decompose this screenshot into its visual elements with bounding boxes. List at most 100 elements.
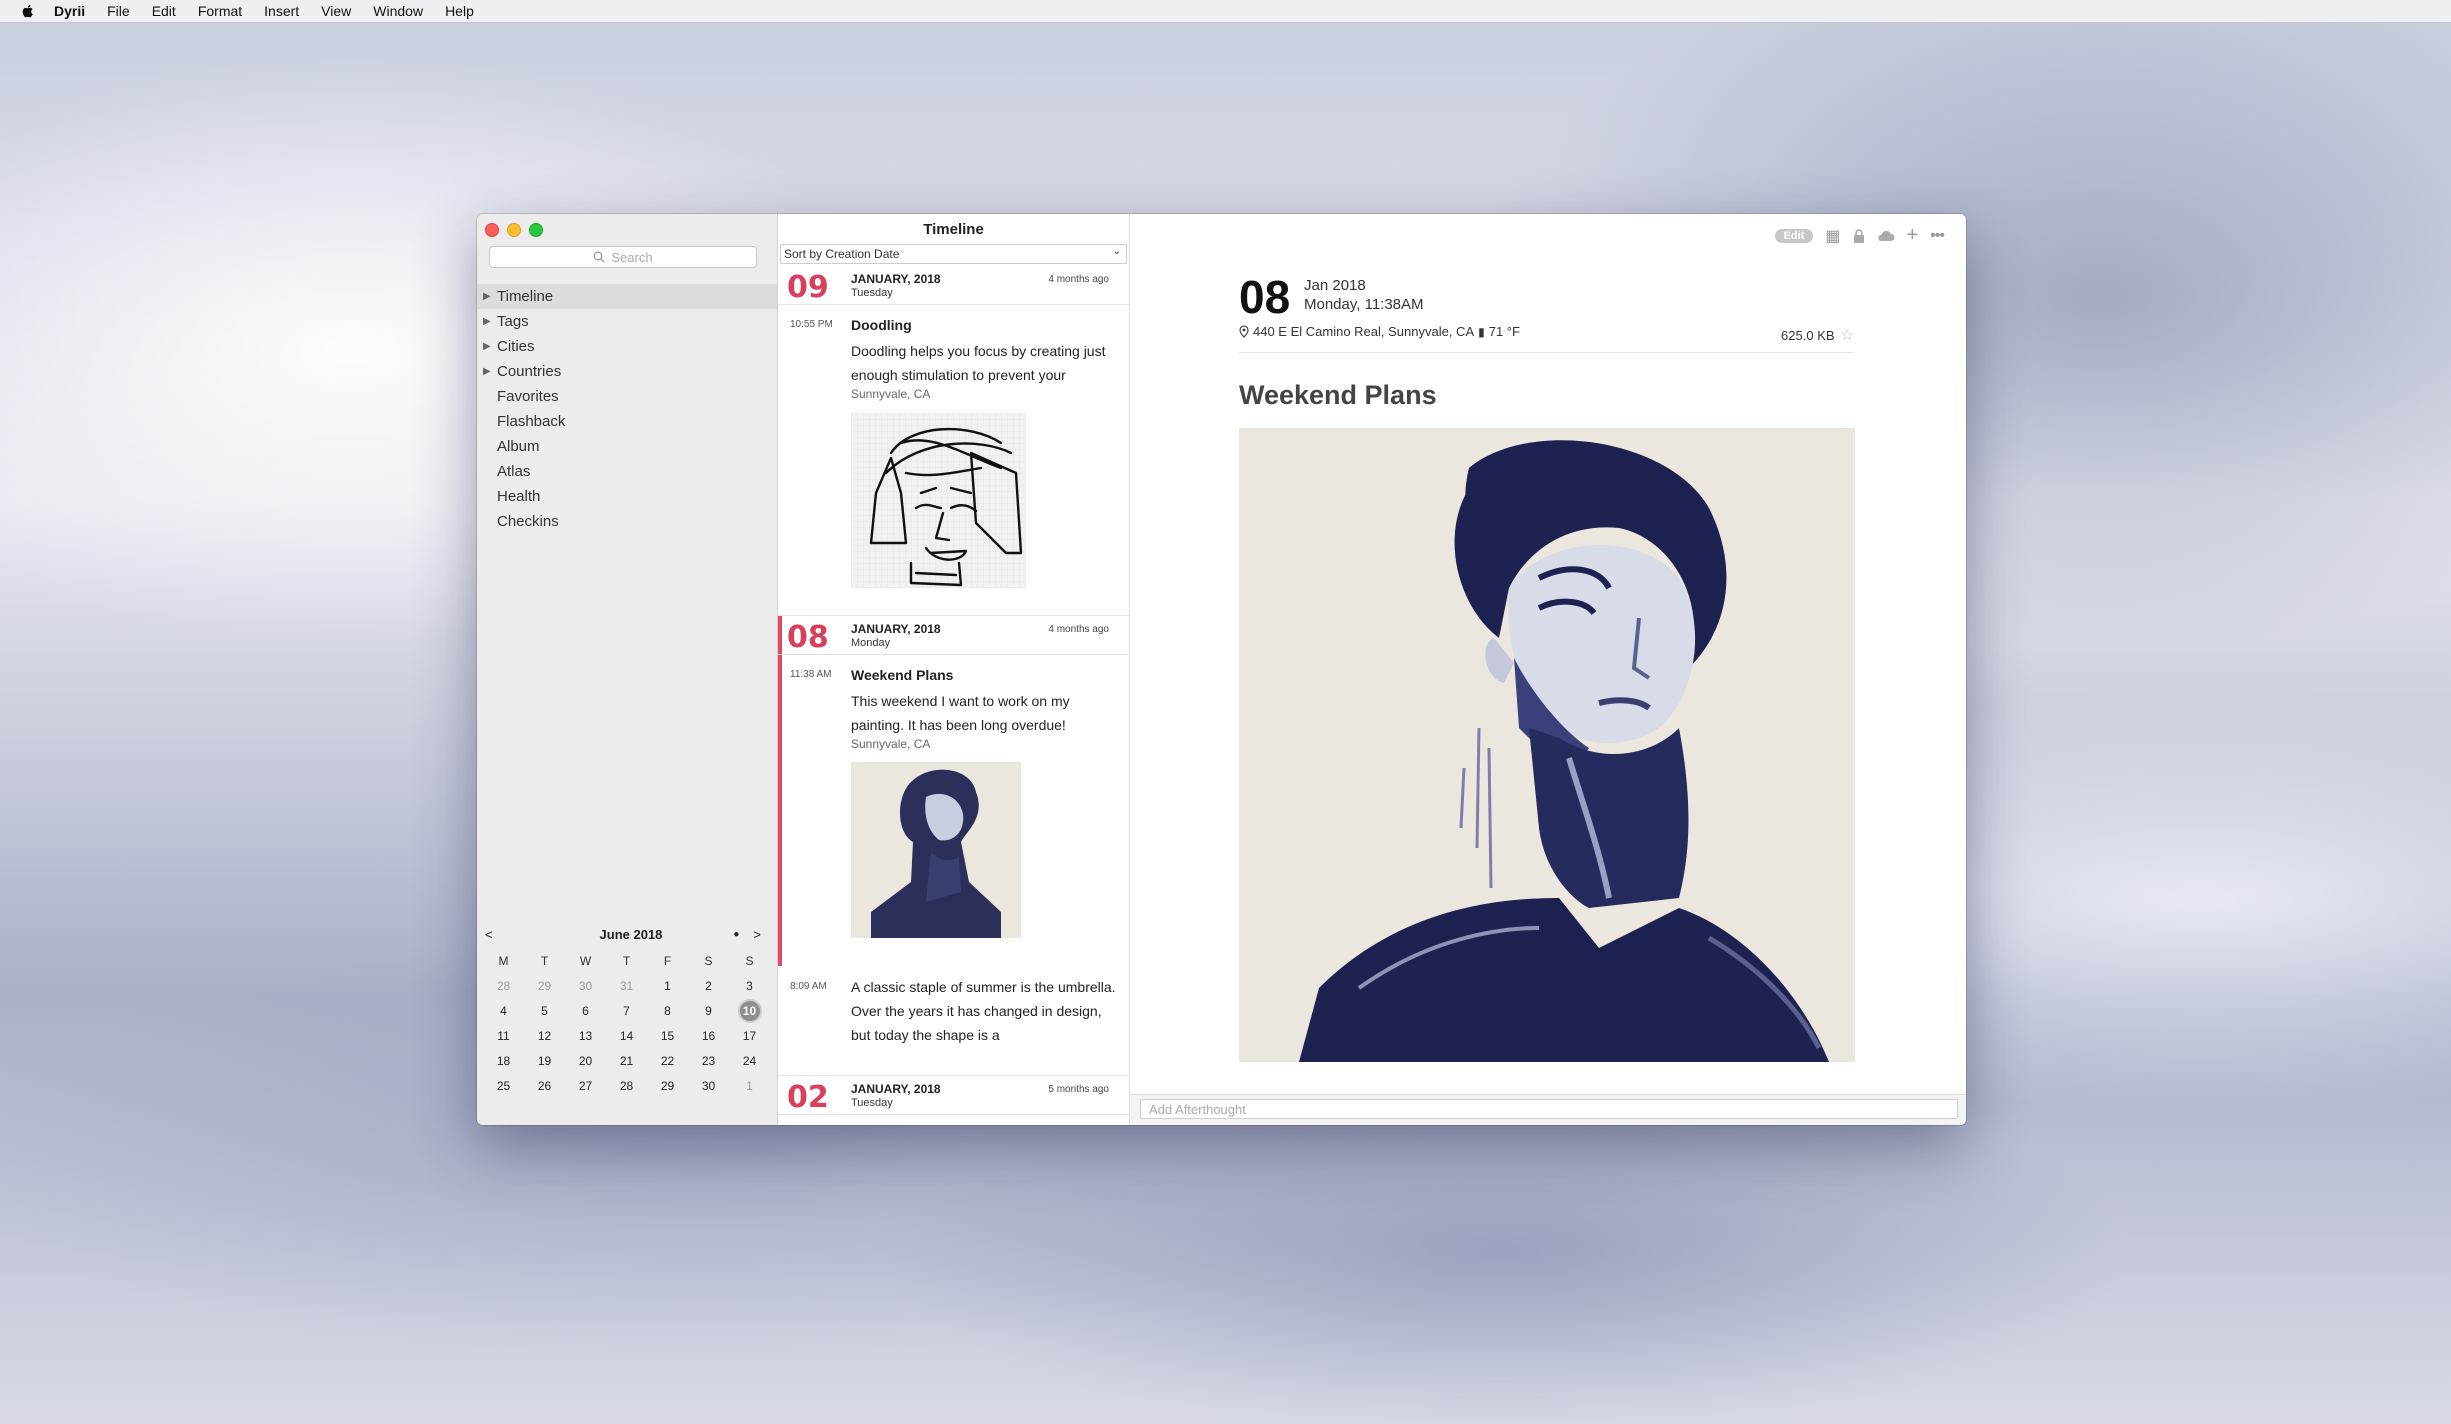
sidebar-item-atlas[interactable]: Atlas xyxy=(477,459,777,484)
timeline-entry[interactable]: 10:55 PM Doodling Doodling helps you foc… xyxy=(778,305,1129,616)
calendar-day[interactable]: 10 xyxy=(729,998,770,1023)
search-field[interactable]: Search xyxy=(489,246,757,268)
sort-dropdown[interactable]: Sort by Creation Date ⌄ xyxy=(780,244,1127,264)
calendar-weekday: M xyxy=(498,953,509,968)
calendar-day-number: 1 xyxy=(746,1078,753,1093)
calendar-day[interactable]: 30 xyxy=(565,973,606,998)
entry-address[interactable]: 440 E El Camino Real, Sunnyvale, CA xyxy=(1253,324,1474,339)
calendar-day[interactable]: 4 xyxy=(483,998,524,1023)
menu-view[interactable]: View xyxy=(321,3,351,19)
calendar-day[interactable]: 18 xyxy=(483,1048,524,1073)
entry-size-area: 625.0 KB ☆ xyxy=(1781,326,1854,344)
calendar-day[interactable]: 25 xyxy=(483,1073,524,1098)
menu-bar: Dyrii File Edit Format Insert View Windo… xyxy=(0,0,2451,23)
calendar-day-number: 3 xyxy=(746,978,753,993)
calendar-next-button[interactable]: > xyxy=(753,927,761,942)
calendar-prev-button[interactable]: < xyxy=(485,927,493,942)
sidebar-item-tags[interactable]: ▶ Tags xyxy=(477,309,777,334)
sidebar-item-album[interactable]: Album xyxy=(477,434,777,459)
sidebar-item-favorites[interactable]: Favorites xyxy=(477,384,777,409)
window-controls xyxy=(485,223,543,237)
calendar-day[interactable]: 15 xyxy=(647,1023,688,1048)
minimize-window-button[interactable] xyxy=(507,223,521,237)
calendar-day[interactable]: 1 xyxy=(647,973,688,998)
sidebar-item-health[interactable]: Health xyxy=(477,484,777,509)
calendar-day[interactable]: 3 xyxy=(729,973,770,998)
menu-window[interactable]: Window xyxy=(373,3,423,19)
calendar-day[interactable]: 20 xyxy=(565,1048,606,1073)
apple-logo-icon[interactable] xyxy=(20,3,36,19)
menu-file[interactable]: File xyxy=(107,3,130,19)
doodle-thumbnail[interactable] xyxy=(851,413,1026,588)
calendar-day[interactable]: 27 xyxy=(565,1073,606,1098)
day-header[interactable]: 09 JANUARY, 2018 Tuesday 4 months ago xyxy=(778,266,1129,305)
calendar-day[interactable]: 2 xyxy=(688,973,729,998)
divider xyxy=(1239,352,1853,353)
entry-image[interactable] xyxy=(1239,428,1855,1062)
calendar-day[interactable]: 30 xyxy=(688,1073,729,1098)
calendar-day[interactable]: 23 xyxy=(688,1048,729,1073)
timeline-title: Timeline xyxy=(923,220,984,238)
calendar-day[interactable]: 21 xyxy=(606,1048,647,1073)
painting-thumbnail[interactable] xyxy=(851,762,1021,938)
entry-size: 625.0 KB xyxy=(1781,327,1835,343)
calendar-day[interactable]: 5 xyxy=(524,998,565,1023)
calendar-day[interactable]: 29 xyxy=(524,973,565,998)
disclosure-triangle-icon[interactable]: ▶ xyxy=(483,316,491,327)
calendar-day-number: 16 xyxy=(701,1028,716,1043)
day-header[interactable]: 08 JANUARY, 2018 Monday 4 months ago xyxy=(778,616,1129,655)
disclosure-triangle-icon[interactable]: ▶ xyxy=(483,291,491,302)
calendar-icon[interactable]: ▦ xyxy=(1825,226,1840,246)
calendar-day[interactable]: 22 xyxy=(647,1048,688,1073)
menu-help[interactable]: Help xyxy=(445,3,474,19)
calendar-day[interactable]: 16 xyxy=(688,1023,729,1048)
calendar-day[interactable]: 1 xyxy=(729,1073,770,1098)
disclosure-triangle-icon[interactable]: ▶ xyxy=(483,366,491,377)
detail-toolbar: Edit ▦ + ••• xyxy=(1774,224,1945,247)
day-number: 02 xyxy=(787,1080,829,1115)
sidebar-item-label: Flashback xyxy=(497,413,566,430)
star-icon[interactable]: ☆ xyxy=(1841,326,1854,344)
calendar-day[interactable]: 24 xyxy=(729,1048,770,1073)
lock-icon[interactable] xyxy=(1853,228,1865,243)
calendar-day[interactable]: 28 xyxy=(483,973,524,998)
day-header[interactable]: 02 JANUARY, 2018 Tuesday 5 months ago xyxy=(778,1075,1129,1115)
sidebar-item-checkins[interactable]: Checkins xyxy=(477,509,777,534)
calendar-day[interactable]: 9 xyxy=(688,998,729,1023)
add-icon[interactable]: + xyxy=(1907,224,1919,247)
cloud-icon[interactable] xyxy=(1877,230,1895,242)
afterthought-input[interactable]: Add Afterthought xyxy=(1140,1099,1958,1119)
sidebar-item-timeline[interactable]: ▶ Timeline xyxy=(477,284,777,309)
calendar-day[interactable]: 31 xyxy=(606,973,647,998)
sidebar-item-countries[interactable]: ▶ Countries xyxy=(477,359,777,384)
sidebar-item-cities[interactable]: ▶ Cities xyxy=(477,334,777,359)
menu-edit[interactable]: Edit xyxy=(152,3,176,19)
more-icon[interactable]: ••• xyxy=(1930,227,1945,245)
zoom-window-button[interactable] xyxy=(529,223,543,237)
calendar-day[interactable]: 8 xyxy=(647,998,688,1023)
menu-format[interactable]: Format xyxy=(198,3,242,19)
calendar-day[interactable]: 14 xyxy=(606,1023,647,1048)
calendar-day[interactable]: 19 xyxy=(524,1048,565,1073)
calendar-day[interactable]: 17 xyxy=(729,1023,770,1048)
edit-button[interactable]: Edit xyxy=(1774,228,1814,243)
calendar-day[interactable]: 12 xyxy=(524,1023,565,1048)
calendar-day[interactable]: 7 xyxy=(606,998,647,1023)
calendar-day-number: 24 xyxy=(742,1053,757,1068)
timeline-entry-selected[interactable]: 11:38 AM Weekend Plans This weekend I wa… xyxy=(778,655,1129,965)
calendar-day[interactable]: 28 xyxy=(606,1073,647,1098)
calendar-today-button[interactable]: ● xyxy=(733,929,739,940)
sidebar-item-label: Tags xyxy=(497,313,529,330)
sidebar-item-flashback[interactable]: Flashback xyxy=(477,409,777,434)
calendar-day[interactable]: 6 xyxy=(565,998,606,1023)
calendar-day[interactable]: 13 xyxy=(565,1023,606,1048)
menu-dyrii[interactable]: Dyrii xyxy=(54,3,85,19)
entry-day-number: 08 xyxy=(1239,271,1291,323)
calendar-day[interactable]: 26 xyxy=(524,1073,565,1098)
calendar-day[interactable]: 11 xyxy=(483,1023,524,1048)
timeline-entry[interactable]: 8:09 AM A classic staple of summer is th… xyxy=(778,965,1129,1075)
close-window-button[interactable] xyxy=(485,223,499,237)
menu-insert[interactable]: Insert xyxy=(264,3,299,19)
calendar-day[interactable]: 29 xyxy=(647,1073,688,1098)
disclosure-triangle-icon[interactable]: ▶ xyxy=(483,341,491,352)
